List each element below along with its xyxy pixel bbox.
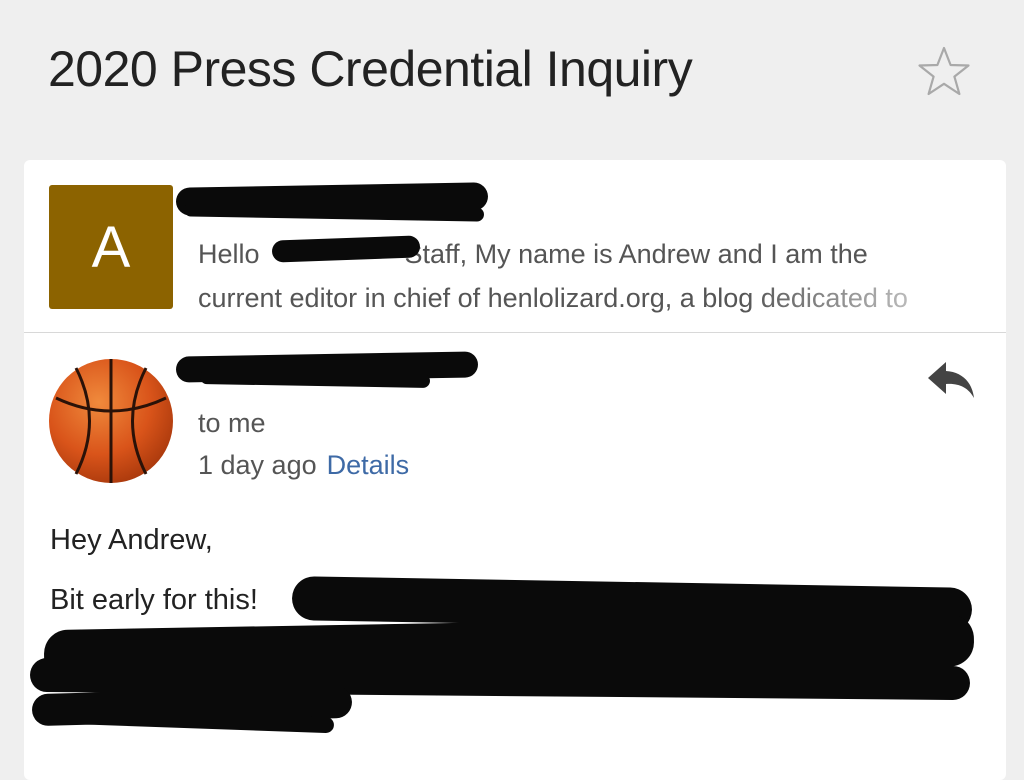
message-body-line: Bit early for this!: [50, 584, 258, 616]
star-icon[interactable]: [915, 44, 973, 102]
message-time: 1 day ago: [198, 450, 317, 480]
message-time-row: 1 day ago Details: [198, 450, 409, 481]
snippet-text-1: Hello: [198, 239, 260, 269]
recipient-label: to me: [198, 408, 266, 438]
expanded-message: to me 1 day ago Details Hey Andrew, Bit e…: [24, 332, 1006, 780]
message-thread-card: A Hello Staff, My name is Andrew and I am…: [24, 160, 1006, 780]
details-link[interactable]: Details: [327, 450, 410, 480]
message-body-greeting: Hey Andrew,: [50, 524, 213, 556]
basketball-icon: [49, 359, 173, 483]
collapsed-message[interactable]: A Hello Staff, My name is Andrew and I am…: [24, 160, 1006, 333]
email-header: 2020 Press Credential Inquiry: [0, 0, 1024, 160]
snippet-text-2: Staff, My name is Andrew and I am the: [404, 239, 868, 269]
redacted-sender-name-2-scribble: [199, 369, 431, 389]
email-subject: 2020 Press Credential Inquiry: [48, 41, 693, 97]
reply-icon[interactable]: [924, 358, 978, 402]
sender-avatar: A: [49, 185, 173, 309]
